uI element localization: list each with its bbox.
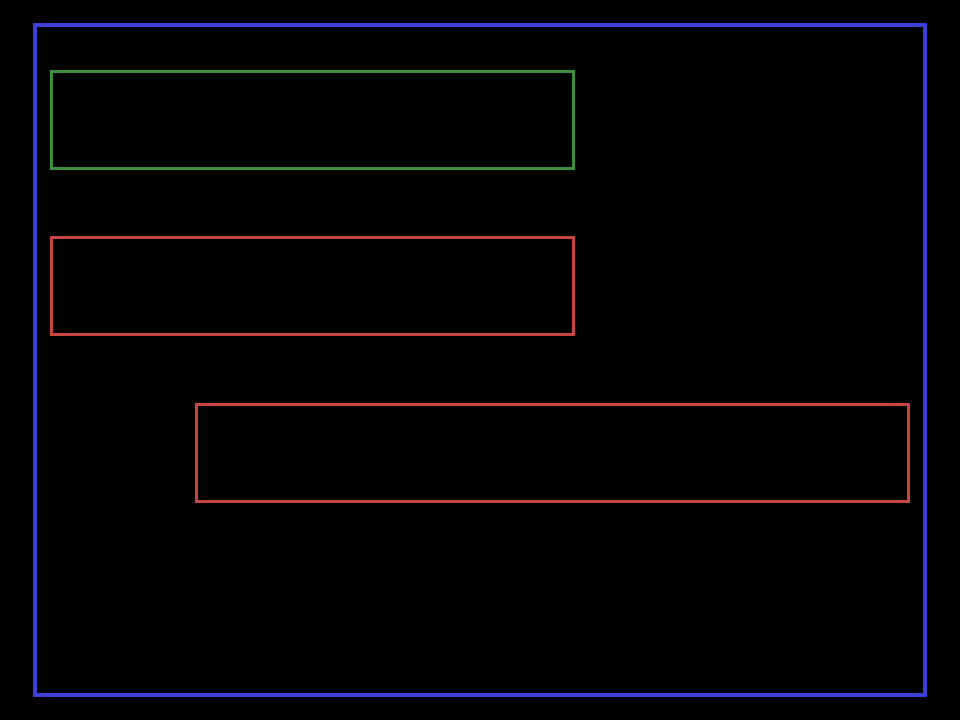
block-1-green xyxy=(50,70,575,170)
block-2-red xyxy=(50,236,575,336)
block-3-red xyxy=(195,403,910,503)
diagram-canvas xyxy=(0,0,960,720)
